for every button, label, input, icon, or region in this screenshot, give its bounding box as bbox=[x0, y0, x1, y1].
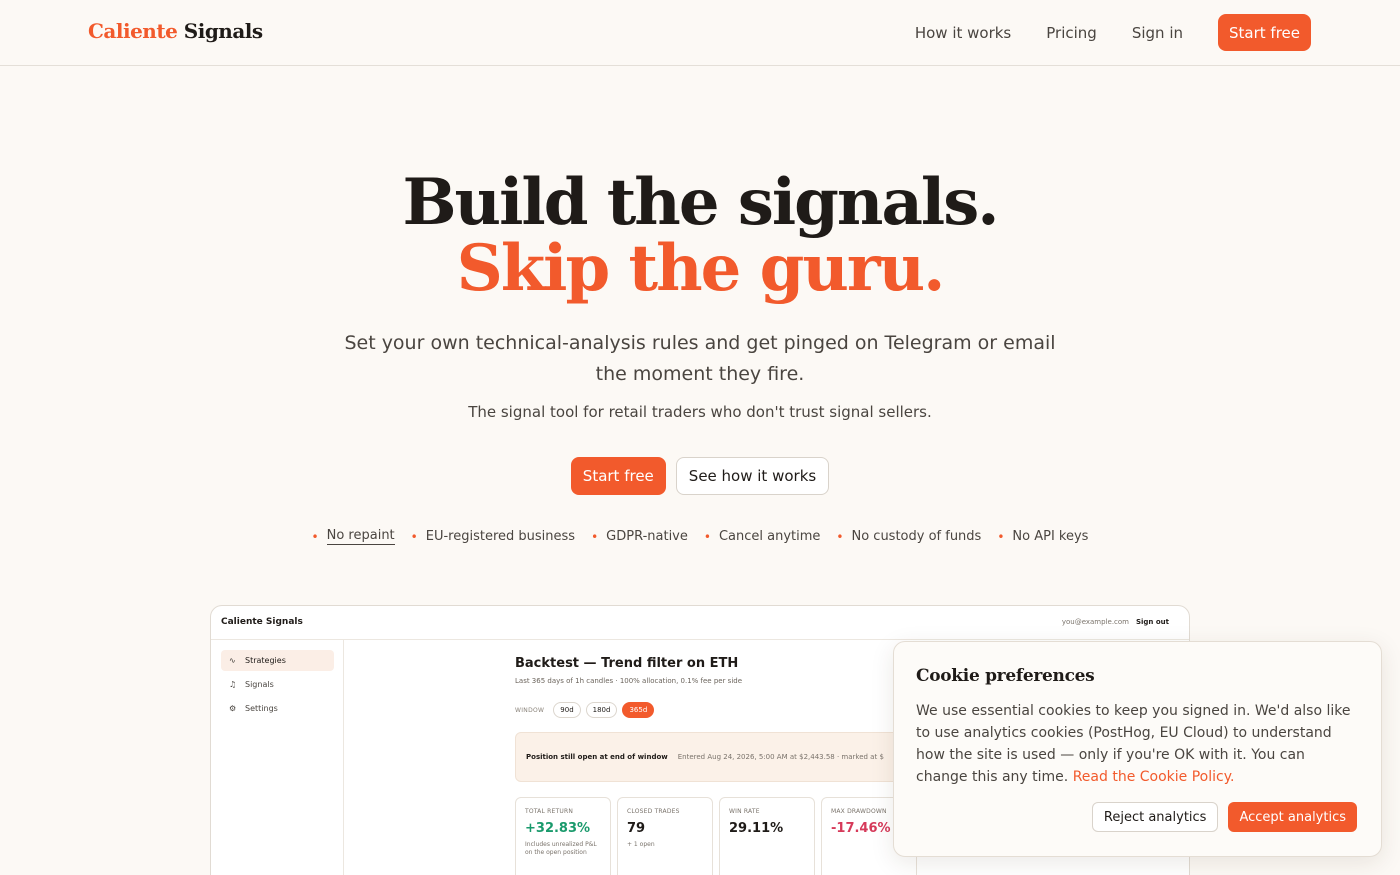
preview-sign-out: Sign out bbox=[1135, 618, 1169, 626]
stat-win-rate: WIN RATE 29.11% bbox=[719, 797, 815, 875]
brand-logo[interactable]: Caliente Signals bbox=[88, 19, 263, 43]
bullet-dot-icon: • bbox=[410, 529, 418, 544]
bullet-dot-icon: • bbox=[997, 529, 1005, 544]
badge-cancel-anytime: • Cancel anytime bbox=[703, 529, 821, 544]
window-chip-90d: 90d bbox=[553, 702, 581, 718]
badge-gdpr-native: • GDPR-native bbox=[591, 529, 688, 544]
cookie-actions: Reject analytics Accept analytics bbox=[1091, 802, 1357, 832]
cookie-policy-link[interactable]: Read the Cookie Policy. bbox=[1073, 769, 1235, 785]
stat-closed-trades: CLOSED TRADES 79 + 1 open bbox=[617, 797, 713, 875]
stat-total-return: TOTAL RETURN +32.83% Includes unrealized… bbox=[515, 797, 611, 875]
preview-subtitle: Last 365 days of 1h candles · 100% alloc… bbox=[515, 677, 743, 685]
nav-links: How it works Pricing Sign in Start free bbox=[915, 14, 1311, 51]
nav-link-pricing[interactable]: Pricing bbox=[1046, 24, 1097, 42]
preview-email: you@example.com bbox=[1061, 618, 1129, 626]
window-label: WINDOW bbox=[515, 706, 545, 714]
bullet-dot-icon: • bbox=[703, 529, 711, 544]
cookie-dialog: Cookie preferences We use essential cook… bbox=[893, 641, 1382, 857]
see-how-it-works-button[interactable]: See how it works bbox=[675, 457, 830, 495]
hero-title-line1: Build the signals. bbox=[402, 165, 999, 240]
gear-icon: ⚙ bbox=[229, 704, 237, 713]
brand-part1: Caliente bbox=[88, 19, 178, 43]
activity-icon: ∿ bbox=[229, 656, 236, 665]
preview-sidebar-settings: ⚙ Settings bbox=[229, 704, 278, 713]
preview-sidebar: ∿ Strategies ♫ Signals ⚙ Settings bbox=[211, 640, 344, 875]
brand-part2: Signals bbox=[183, 19, 263, 43]
badge-no-custody: • No custody of funds bbox=[836, 529, 982, 544]
bell-icon: ♫ bbox=[229, 680, 237, 689]
window-chip-180d: 180d bbox=[585, 702, 618, 718]
badge-no-repaint[interactable]: • No repaint bbox=[312, 528, 395, 545]
start-free-button[interactable]: Start free bbox=[570, 457, 666, 495]
preview-title: Backtest — Trend filter on ETH bbox=[515, 656, 739, 671]
preview-sidebar-signals: ♫ Signals bbox=[229, 680, 274, 689]
nav-link-how-it-works[interactable]: How it works bbox=[915, 24, 1011, 42]
preview-sidebar-strategies: ∿ Strategies bbox=[221, 650, 334, 671]
preview-brand: Caliente Signals bbox=[221, 617, 303, 627]
trust-badges: • No repaint • EU-registered business • GDP… bbox=[0, 528, 1400, 545]
bullet-dot-icon: • bbox=[311, 529, 319, 544]
preview-window-selector: WINDOW 90d 180d 365d bbox=[515, 702, 655, 718]
badge-eu-registered: • EU-registered business bbox=[410, 529, 576, 544]
bullet-dot-icon: • bbox=[591, 529, 599, 544]
preview-topbar: Caliente Signals you@example.com Sign ou… bbox=[211, 606, 1189, 640]
window-chip-365d: 365d bbox=[622, 702, 655, 718]
accept-analytics-button[interactable]: Accept analytics bbox=[1228, 802, 1357, 832]
nav-start-free-button[interactable]: Start free bbox=[1218, 14, 1311, 51]
bullet-dot-icon: • bbox=[836, 529, 844, 544]
reject-analytics-button[interactable]: Reject analytics bbox=[1091, 802, 1219, 832]
top-nav: Caliente Signals How it works Pricing Si… bbox=[0, 0, 1400, 66]
hero-ctas: Start free See how it works bbox=[0, 457, 1400, 495]
badge-no-api-keys: • No API keys bbox=[997, 529, 1089, 544]
hero-lede: Set your own technical-analysis rules an… bbox=[344, 332, 1056, 385]
hero-sublede: The signal tool for retail traders who d… bbox=[468, 403, 932, 421]
nav-link-sign-in[interactable]: Sign in bbox=[1132, 24, 1183, 42]
cookie-title: Cookie preferences bbox=[916, 666, 1095, 686]
cookie-body: We use essential cookies to keep you sig… bbox=[916, 703, 1351, 785]
hero-title-line2: Skip the guru. bbox=[456, 231, 946, 306]
hero-section: Build the signals. Skip the guru. Set yo… bbox=[0, 170, 1400, 545]
